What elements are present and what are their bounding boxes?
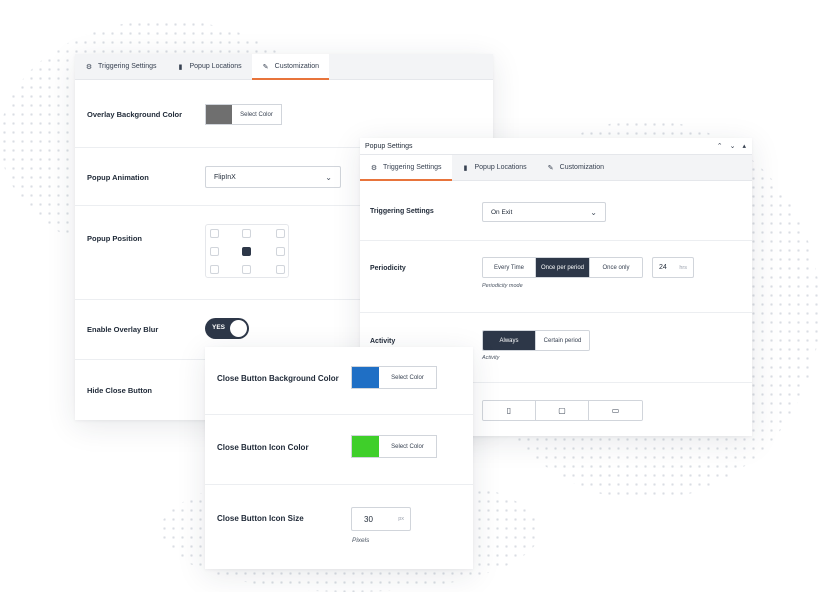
input-value: 30: [364, 514, 373, 524]
field-label: Enable Overlay Blur: [87, 325, 159, 334]
triggering-settings-row: Triggering Settings On Exit ⌄: [360, 181, 752, 241]
close-bg-color-picker[interactable]: Select Color: [351, 366, 437, 389]
color-swatch: [352, 367, 379, 388]
brush-icon: ✎: [547, 164, 554, 172]
position-middle-left[interactable]: [210, 247, 219, 256]
mobile-icon[interactable]: ▯: [483, 401, 536, 420]
tab-label: Triggering Settings: [98, 63, 157, 70]
close-icon-size-row: Close Button Icon Size 30 px Pixels: [205, 485, 473, 569]
position-top-right[interactable]: [276, 229, 285, 238]
tab-bar: ⚙ Triggering Settings ▮ Popup Locations …: [75, 54, 493, 80]
select-color-label: Select Color: [391, 374, 424, 381]
help-text: Periodicity mode: [482, 283, 523, 289]
field-label: Popup Position: [87, 234, 142, 243]
tab-label: Popup Locations: [474, 164, 527, 171]
tab-triggering-settings[interactable]: ⚙ Triggering Settings: [75, 54, 167, 79]
tab-bar: ⚙ Triggering Settings ▮ Popup Locations …: [360, 155, 752, 181]
document-icon: ▮: [178, 63, 183, 71]
select-color-label: Select Color: [240, 111, 273, 118]
close-icon-size-input[interactable]: 30 px: [351, 507, 411, 531]
overlay-bg-color-picker[interactable]: Select Color: [205, 104, 282, 125]
field-label: Close Button Icon Size: [217, 514, 304, 523]
position-bottom-center[interactable]: [242, 265, 251, 274]
option-always[interactable]: Always: [483, 331, 536, 350]
gear-icon: ⚙: [370, 164, 378, 172]
tab-label: Triggering Settings: [383, 164, 442, 171]
option-certain-period[interactable]: Certain period: [536, 331, 589, 350]
option-every-time[interactable]: Every Time: [483, 258, 536, 277]
field-label: Popup Animation: [87, 173, 149, 182]
field-label: Periodicity: [370, 265, 406, 272]
color-swatch: [206, 105, 232, 124]
activity-segmented: Always Certain period: [482, 330, 590, 351]
position-middle-right[interactable]: [276, 247, 285, 256]
tab-label: Customization: [559, 164, 605, 171]
select-color-label: Select Color: [391, 443, 424, 450]
chevron-down-icon: ⌄: [590, 207, 597, 217]
brush-icon: ✎: [262, 63, 269, 71]
triangle-up-icon[interactable]: ▴: [742, 142, 746, 150]
window-titlebar: Popup Settings ⌃ ⌄ ▴: [360, 138, 752, 155]
input-unit: hrs: [679, 264, 687, 271]
option-once-per-period[interactable]: Once per period: [536, 258, 590, 277]
help-text: Activity: [482, 355, 500, 361]
popup-animation-select[interactable]: FlipInX ⌄: [205, 166, 341, 188]
tab-label: Customization: [274, 63, 320, 70]
desktop-icon[interactable]: ▭: [589, 401, 642, 420]
close-icon-color-picker[interactable]: Select Color: [351, 435, 437, 458]
devices-segmented: ▯ ▢ ▭: [482, 400, 643, 421]
tab-popup-locations[interactable]: ▮ Popup Locations: [452, 155, 537, 180]
position-top-left[interactable]: [210, 229, 219, 238]
tab-label: Popup Locations: [189, 63, 242, 70]
tab-customization[interactable]: ✎ Customization: [537, 155, 614, 180]
help-text: Pixels: [352, 537, 370, 544]
chevron-down-icon: ⌄: [325, 172, 332, 182]
window-controls: ⌃ ⌄ ▴: [717, 142, 746, 150]
chevron-up-icon[interactable]: ⌃: [717, 142, 723, 150]
chevron-down-icon[interactable]: ⌄: [730, 142, 736, 150]
periodicity-row: Periodicity Every Time Once per period O…: [360, 241, 752, 313]
close-bg-color-row: Close Button Background Color Select Col…: [205, 347, 473, 415]
tab-popup-locations[interactable]: ▮ Popup Locations: [167, 54, 252, 79]
select-value: On Exit: [491, 208, 513, 216]
gear-icon: ⚙: [85, 63, 93, 71]
toggle-text: YES: [212, 324, 226, 331]
field-label: Close Button Background Color: [217, 374, 339, 383]
field-label: Activity: [370, 338, 396, 345]
position-bottom-left[interactable]: [210, 265, 219, 274]
field-label: Close Button Icon Color: [217, 443, 309, 452]
close-button-panel: Close Button Background Color Select Col…: [205, 347, 473, 569]
field-label: Triggering Settings: [370, 208, 434, 215]
color-swatch: [352, 436, 379, 457]
periodicity-segmented: Every Time Once per period Once only: [482, 257, 643, 278]
position-middle-center[interactable]: [242, 247, 251, 256]
period-hours-input[interactable]: 24 hrs: [652, 257, 694, 278]
tab-customization[interactable]: ✎ Customization: [251, 54, 330, 80]
window-title: Popup Settings: [365, 142, 413, 150]
position-top-center[interactable]: [242, 229, 251, 238]
tablet-icon[interactable]: ▢: [536, 401, 589, 420]
position-bottom-right[interactable]: [276, 265, 285, 274]
select-value: FlipInX: [214, 173, 236, 181]
field-label: Overlay Background Color: [87, 110, 183, 119]
triggering-select[interactable]: On Exit ⌄: [482, 202, 606, 222]
close-icon-color-row: Close Button Icon Color Select Color: [205, 415, 473, 485]
option-once-only[interactable]: Once only: [590, 258, 642, 277]
field-label: Hide Close Button: [87, 386, 152, 395]
document-icon: ▮: [463, 164, 468, 172]
tab-triggering-settings[interactable]: ⚙ Triggering Settings: [360, 155, 452, 181]
toggle-knob: [230, 320, 247, 337]
input-value: 24: [659, 264, 667, 271]
overlay-blur-toggle[interactable]: YES: [205, 318, 249, 339]
popup-position-grid: [205, 224, 289, 278]
input-unit: px: [398, 516, 404, 522]
